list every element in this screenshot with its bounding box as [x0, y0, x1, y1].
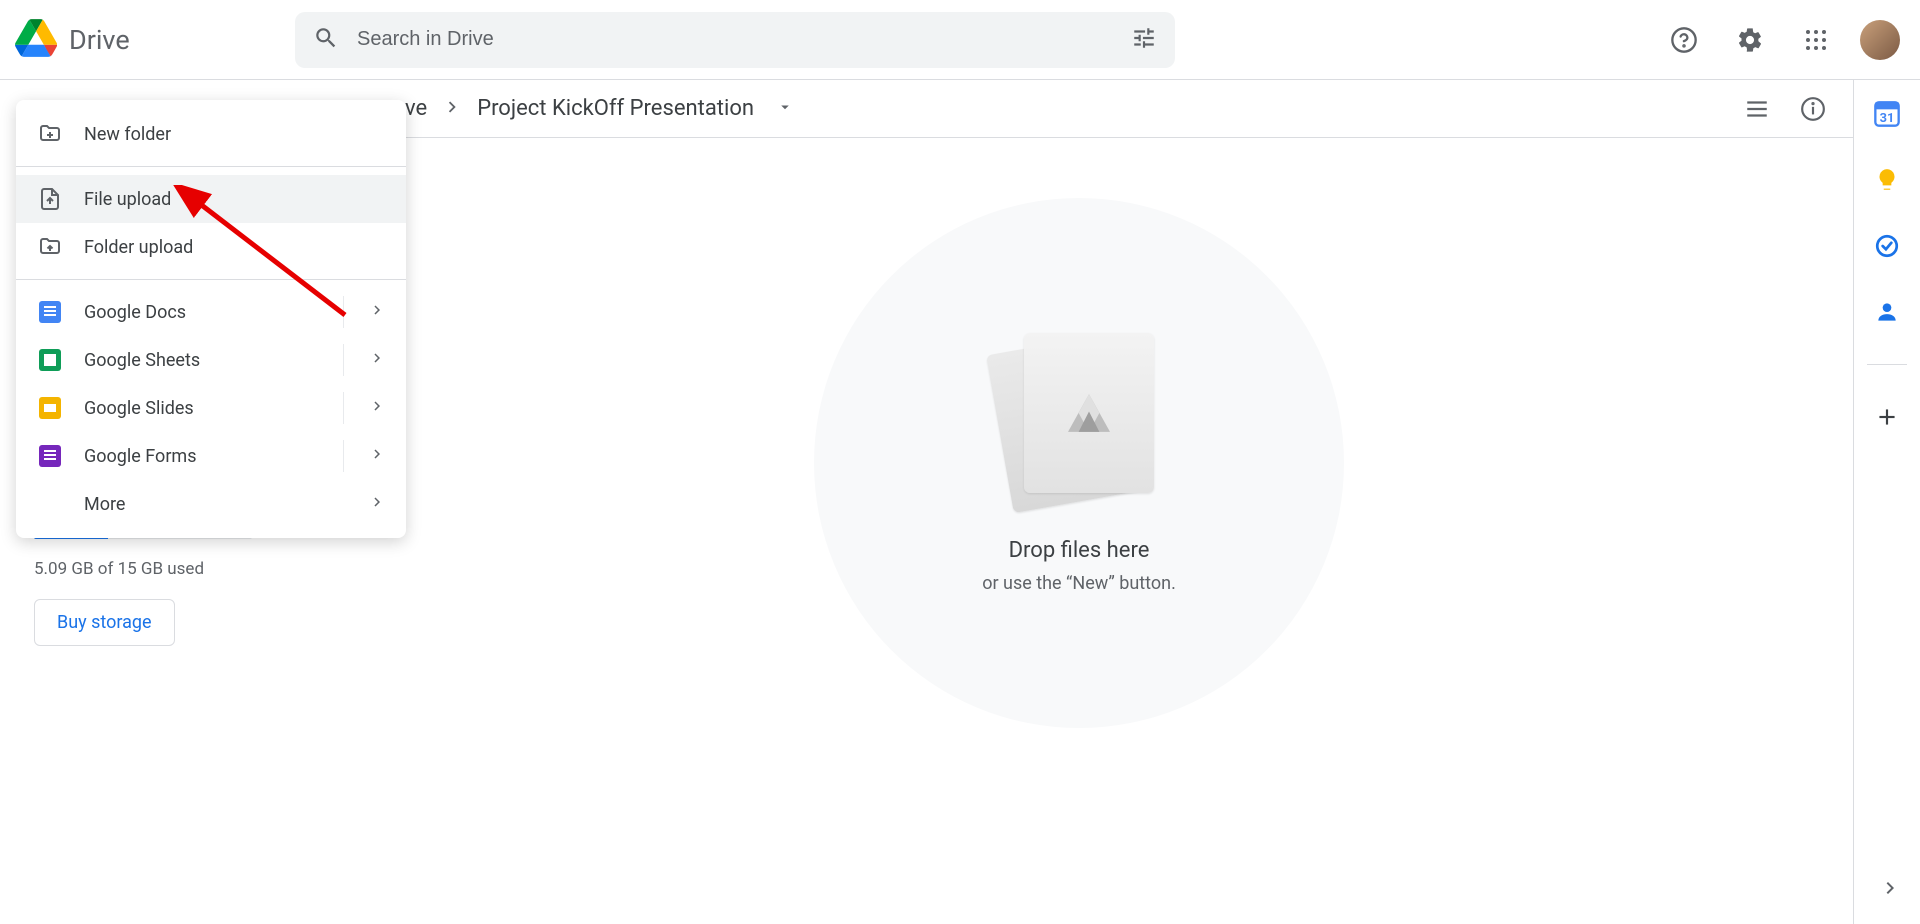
search-options-icon[interactable]	[1131, 25, 1157, 55]
drive-logo-icon	[15, 19, 57, 61]
breadcrumb-parent-fragment[interactable]: ve	[405, 96, 427, 121]
apps-button[interactable]	[1794, 18, 1838, 62]
docs-icon	[36, 301, 64, 323]
storage-used-text: 5.09 GB of 15 GB used	[34, 559, 274, 579]
file-upload-icon	[36, 187, 64, 211]
toolbar: ve Project KickOff Presentation	[305, 80, 1853, 138]
header: Drive	[0, 0, 1920, 80]
breadcrumb-dropdown-icon[interactable]	[776, 98, 794, 120]
menu-label: New folder	[84, 124, 171, 145]
side-panel-divider	[1867, 364, 1907, 365]
folder-upload-icon	[36, 235, 64, 259]
menu-separator	[16, 279, 406, 280]
new-menu: New folder File upload Folder upload Goo…	[16, 100, 406, 538]
menu-item-folder-upload[interactable]: Folder upload	[16, 223, 406, 271]
chevron-right-icon	[368, 349, 386, 372]
menu-item-google-slides[interactable]: Google Slides	[16, 384, 406, 432]
settings-button[interactable]	[1728, 18, 1772, 62]
menu-label: More	[84, 494, 125, 515]
menu-label: Google Slides	[84, 398, 194, 419]
drop-subtitle: or use the “New” button.	[982, 573, 1176, 594]
menu-item-google-docs[interactable]: Google Docs	[16, 288, 406, 336]
menu-separator	[16, 166, 406, 167]
menu-item-google-sheets[interactable]: Google Sheets	[16, 336, 406, 384]
chevron-right-icon	[368, 301, 386, 324]
breadcrumb-current[interactable]: Project KickOff Presentation	[477, 96, 754, 121]
search-input[interactable]	[355, 27, 1131, 52]
menu-label: File upload	[84, 189, 171, 210]
menu-label: Google Sheets	[84, 350, 200, 371]
details-button[interactable]	[1793, 89, 1833, 129]
menu-item-new-folder[interactable]: New folder	[16, 110, 406, 158]
chevron-right-icon	[441, 96, 463, 122]
chevron-right-icon	[368, 493, 386, 516]
account-avatar[interactable]	[1860, 20, 1900, 60]
tasks-icon[interactable]	[1873, 232, 1901, 260]
header-right	[1662, 18, 1900, 62]
menu-item-file-upload[interactable]: File upload	[16, 175, 406, 223]
search-bar[interactable]	[295, 12, 1175, 68]
menu-item-more[interactable]: More	[16, 480, 406, 528]
svg-text:31: 31	[1880, 111, 1895, 126]
app-name: Drive	[69, 24, 130, 56]
empty-illustration	[989, 333, 1169, 513]
menu-item-google-forms[interactable]: Google Forms	[16, 432, 406, 480]
menu-label: Google Docs	[84, 302, 186, 323]
chevron-right-icon	[368, 445, 386, 468]
logo-wrap[interactable]: Drive	[15, 19, 295, 61]
drop-title: Drop files here	[1009, 538, 1150, 563]
drop-zone[interactable]: Drop files here or use the “New” button.	[814, 198, 1344, 728]
contacts-icon[interactable]	[1873, 298, 1901, 326]
forms-icon	[36, 445, 64, 467]
search-icon	[313, 25, 339, 55]
collapse-sidepanel-icon[interactable]	[1878, 876, 1902, 904]
chevron-right-icon	[368, 397, 386, 420]
list-view-button[interactable]	[1737, 89, 1777, 129]
menu-label: Folder upload	[84, 237, 193, 258]
new-folder-icon	[36, 122, 64, 146]
calendar-icon[interactable]: 31	[1873, 100, 1901, 128]
side-panel: 31	[1854, 80, 1920, 924]
main: ve Project KickOff Presentation	[305, 80, 1854, 924]
help-button[interactable]	[1662, 18, 1706, 62]
empty-state: Drop files here or use the “New” button.	[305, 138, 1853, 924]
keep-icon[interactable]	[1873, 166, 1901, 194]
sheets-icon	[36, 349, 64, 371]
slides-icon	[36, 397, 64, 419]
buy-storage-button[interactable]: Buy storage	[34, 599, 175, 646]
menu-label: Google Forms	[84, 446, 197, 467]
add-addon-icon[interactable]	[1873, 403, 1901, 431]
